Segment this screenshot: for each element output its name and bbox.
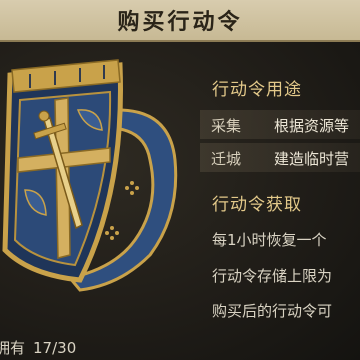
usage-heading: 行动令用途 bbox=[212, 80, 302, 100]
usage-row-label: 迁城 bbox=[211, 150, 242, 168]
action-order-shield-icon bbox=[0, 40, 200, 300]
owned-count: 拥有 17/30 bbox=[0, 337, 76, 358]
purchase-dialog: 购买行动令 行动令用途 采集 根据资源等 迁城 建造临时营 行动令获取 每1小时… bbox=[0, 0, 360, 360]
acquire-line: 行动令存储上限为 bbox=[212, 267, 333, 285]
usage-row-label: 采集 bbox=[211, 117, 242, 135]
owned-value: 17/30 bbox=[33, 339, 77, 357]
usage-row-value: 建造临时营 bbox=[274, 150, 350, 168]
acquire-heading: 行动令获取 bbox=[212, 195, 302, 215]
owned-label: 拥有 bbox=[0, 339, 26, 357]
usage-row-value: 根据资源等 bbox=[274, 117, 350, 135]
acquire-line: 购买后的行动令可 bbox=[212, 302, 333, 320]
info-column: 行动令用途 采集 根据资源等 迁城 建造临时营 行动令获取 每1小时恢复一个 行… bbox=[200, 0, 360, 360]
acquire-line: 每1小时恢复一个 bbox=[212, 231, 327, 249]
